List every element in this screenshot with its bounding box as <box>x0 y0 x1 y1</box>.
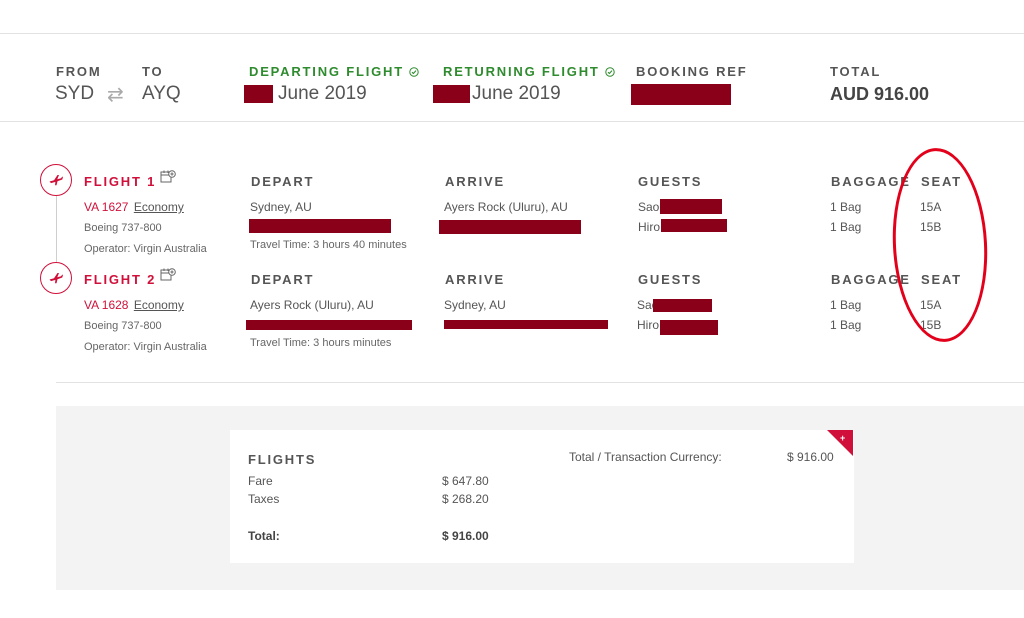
flight-1-arrive-header: ARRIVE <box>445 174 505 189</box>
flights-bottom-divider <box>56 382 1024 383</box>
departing-date: June 2019 <box>278 83 367 104</box>
summary-total-value: $ 916.00 <box>442 529 489 543</box>
flight-1-operator: Operator: Virgin Australia <box>84 243 207 255</box>
total-label: TOTAL <box>830 64 882 79</box>
flight-timeline-line <box>56 196 57 264</box>
flight-1-guest-1: Sao <box>638 200 660 214</box>
flights-summary-label: FLIGHTS <box>248 452 317 467</box>
flight-2-depart-header: DEPART <box>251 272 315 287</box>
flight-2-number: VA 1628 <box>84 298 129 312</box>
calendar-add-icon[interactable] <box>160 267 176 282</box>
flight-1-depart-city: Sydney, AU <box>250 200 312 214</box>
flight-2-aircraft: Boeing 737-800 <box>84 320 162 332</box>
transaction-currency-label: Total / Transaction Currency: <box>569 450 722 464</box>
flight-2-baggage-1: 1 Bag <box>830 298 862 312</box>
flight-1-baggage-2: 1 Bag <box>830 220 862 234</box>
returning-day-redaction <box>433 85 470 103</box>
total-value: AUD 916.00 <box>830 84 930 104</box>
booking-ref-label: BOOKING REF <box>636 64 748 79</box>
flight-2-arrive-header: ARRIVE <box>445 272 505 287</box>
flight-2-arrive-time-redaction <box>444 320 608 329</box>
flight-2-number-line: VA 1628 Economy <box>84 298 184 312</box>
flight-1-depart-header: DEPART <box>251 174 315 189</box>
header-bottom-divider <box>0 121 1024 122</box>
flight-2-guest-1-redaction <box>653 299 712 312</box>
flight-1-cabin-link[interactable]: Economy <box>134 200 184 214</box>
flight-2-baggage-2: 1 Bag <box>830 318 862 332</box>
flight-1-guest-2: Hiro <box>638 220 661 234</box>
flight-2-arrive-city: Sydney, AU <box>444 298 506 312</box>
flight-2-guests-header: GUESTS <box>638 272 703 287</box>
calendar-add-icon[interactable] <box>160 169 176 184</box>
ribbon-plus-icon: + <box>840 433 846 443</box>
fare-value: $ 647.80 <box>442 474 489 488</box>
flight-1-number-line: VA 1627 Economy <box>84 200 184 214</box>
flight-1-guest-1-redaction <box>660 199 722 214</box>
flight-1-aircraft: Boeing 737-800 <box>84 222 162 234</box>
returning-flight-heading: RETURNING FLIGHT <box>443 64 615 79</box>
flight-2-depart-time-redaction <box>246 320 412 330</box>
summary-total-label: Total: <box>248 529 280 543</box>
flight-1-number: VA 1627 <box>84 200 129 214</box>
flight-1-guests-header: GUESTS <box>638 174 703 189</box>
flight-2-guest-2: Hiro <box>637 318 660 332</box>
flight-1-plane-badge <box>40 164 72 196</box>
flight-1-guest-2-redaction <box>661 219 727 232</box>
departing-day-redaction <box>244 85 273 103</box>
flight-1-baggage-1: 1 Bag <box>830 200 862 214</box>
flight-1-depart-time-redaction <box>249 219 391 233</box>
flight-2-plane-badge <box>40 262 72 294</box>
flight-1-title: FLIGHT 1 <box>84 174 157 189</box>
flight-2-travel-time: Travel Time: 3 hours minutes <box>250 337 392 349</box>
from-label: FROM <box>56 64 102 79</box>
check-circle-icon <box>604 66 615 77</box>
flight-2-cabin-link[interactable]: Economy <box>134 298 184 312</box>
swap-icon: ⇄ <box>107 82 124 106</box>
departing-flight-heading: DEPARTING FLIGHT <box>249 64 419 79</box>
flight-2-title: FLIGHT 2 <box>84 272 157 287</box>
check-circle-icon <box>409 66 419 77</box>
to-code: AYQ <box>142 83 181 104</box>
flight-1-travel-time: Travel Time: 3 hours 40 minutes <box>250 239 407 251</box>
returning-flight-label: RETURNING FLIGHT <box>443 64 600 79</box>
seat-annotation-circle <box>887 145 993 345</box>
flight-2-guest-2-redaction <box>660 320 718 335</box>
departing-flight-label: DEPARTING FLIGHT <box>249 64 404 79</box>
price-breakdown-card <box>230 430 854 563</box>
flight-1-arrive-time-redaction <box>439 220 581 234</box>
flight-2-depart-city: Ayers Rock (Uluru), AU <box>250 298 374 312</box>
to-label: TO <box>142 64 164 79</box>
booking-ref-redaction <box>631 84 731 105</box>
transaction-currency-value: $ 916.00 <box>787 450 834 464</box>
from-code: SYD <box>55 83 95 104</box>
header-top-divider <box>0 33 1024 34</box>
plane-icon <box>49 273 63 284</box>
plane-icon <box>49 175 63 186</box>
taxes-value: $ 268.20 <box>442 492 489 506</box>
taxes-label: Taxes <box>248 492 280 506</box>
returning-date: June 2019 <box>472 83 561 104</box>
flight-1-arrive-city: Ayers Rock (Uluru), AU <box>444 200 568 214</box>
fare-label: Fare <box>248 474 273 488</box>
flight-2-operator: Operator: Virgin Australia <box>84 341 207 353</box>
